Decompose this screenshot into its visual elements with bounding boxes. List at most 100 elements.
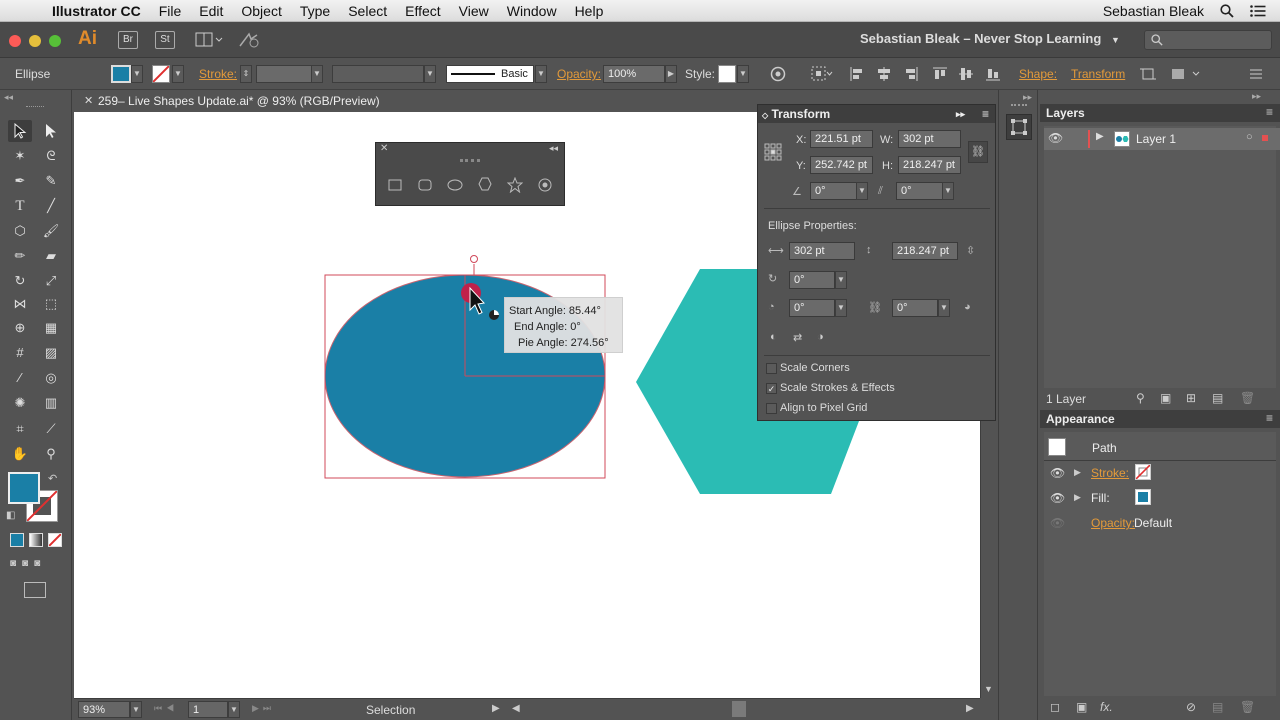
shape-builder-tool-icon[interactable]: ⊕: [8, 317, 32, 339]
star-tool-icon[interactable]: [506, 176, 524, 195]
rounded-rectangle-tool-icon[interactable]: [416, 177, 434, 195]
eraser-tool-icon[interactable]: ▰: [39, 245, 63, 267]
hand-tool-icon[interactable]: ✋: [8, 443, 32, 465]
pen-tool-icon[interactable]: ✒: [8, 170, 32, 192]
user-name[interactable]: Sebastian Bleak: [1103, 3, 1204, 19]
gradient-tool-icon[interactable]: ▨: [39, 342, 63, 364]
fill-visibility-eye-icon[interactable]: 👁: [1050, 491, 1065, 505]
menu-select[interactable]: Select: [339, 3, 396, 19]
eyedropper-tool-icon[interactable]: ⁄: [8, 367, 32, 389]
stroke-dropdown[interactable]: ▼: [172, 65, 184, 83]
none-mode-icon[interactable]: [48, 533, 62, 547]
arrange-documents-icon[interactable]: [195, 32, 223, 48]
menu-edit[interactable]: Edit: [190, 3, 232, 19]
appearance-opacity-label[interactable]: Opacity:: [1091, 516, 1135, 530]
y-position-field[interactable]: 252.742 pt: [810, 156, 873, 174]
expand-fill-icon[interactable]: ▶: [1074, 492, 1081, 503]
selection-indicator[interactable]: [1262, 135, 1268, 141]
align-bottom-icon[interactable]: [985, 66, 1001, 82]
align-vertical-center-icon[interactable]: [958, 66, 974, 82]
create-new-layer-icon[interactable]: ▤: [1212, 391, 1223, 405]
collapse-dock-icon[interactable]: ▸▸: [1252, 91, 1261, 102]
pie-start-angle-field[interactable]: 0°: [789, 299, 835, 317]
align-left-icon[interactable]: [849, 66, 865, 82]
close-document-icon[interactable]: ✕: [84, 94, 93, 107]
align-pixel-grid-checkbox[interactable]: [766, 403, 777, 414]
artboard-number-field[interactable]: 1: [188, 701, 228, 718]
stroke-label[interactable]: Stroke:: [199, 67, 237, 81]
line-segment-tool-icon[interactable]: ╱: [39, 195, 63, 217]
panel-menu-icon[interactable]: ≡: [1266, 105, 1273, 119]
height-field[interactable]: 218.247 pt: [898, 156, 961, 174]
stroke-visibility-eye-icon[interactable]: 👁: [1050, 466, 1065, 480]
visibility-eye-icon[interactable]: 👁: [1048, 131, 1063, 145]
menu-file[interactable]: File: [150, 3, 191, 19]
first-previous-artboard-icon[interactable]: ⏮◀: [154, 703, 178, 714]
perspective-grid-tool-icon[interactable]: ▦: [39, 317, 63, 339]
pie-start-angle-dropdown[interactable]: ▼: [835, 299, 847, 317]
magic-wand-tool-icon[interactable]: ✶: [8, 145, 32, 167]
opacity-visibility-eye-icon[interactable]: 👁: [1050, 516, 1065, 530]
symbol-sprayer-tool-icon[interactable]: ✺: [8, 392, 32, 414]
add-new-stroke-icon[interactable]: ◻: [1050, 700, 1060, 714]
panel-toggle-icon[interactable]: ◇: [762, 111, 768, 120]
delete-layer-icon[interactable]: 🗑: [1240, 391, 1255, 405]
stroke-swatch[interactable]: [152, 65, 170, 83]
fill-dropdown[interactable]: ▼: [131, 65, 143, 83]
opacity-dropdown[interactable]: ▶: [665, 65, 677, 83]
clear-appearance-icon[interactable]: ⊘: [1186, 700, 1196, 714]
appearance-fill-swatch[interactable]: [1135, 489, 1151, 505]
screen-mode-icon[interactable]: [24, 582, 46, 598]
variable-width-dropdown[interactable]: ▼: [424, 65, 436, 83]
align-right-icon[interactable]: [903, 66, 919, 82]
menu-object[interactable]: Object: [232, 3, 290, 19]
notification-center-icon[interactable]: [1250, 4, 1266, 17]
rectangle-tool-icon[interactable]: [386, 177, 404, 195]
next-last-artboard-icon[interactable]: ▶⏭: [252, 703, 275, 714]
shape-label[interactable]: Shape:: [1019, 67, 1057, 81]
spotlight-search-icon[interactable]: [1220, 3, 1234, 18]
selection-tool-icon[interactable]: [8, 120, 32, 142]
graphic-style-swatch[interactable]: [718, 65, 736, 83]
rotate-tool-icon[interactable]: ↻: [8, 270, 32, 292]
zoom-tool-icon[interactable]: ⚲: [39, 443, 63, 465]
reset-pie-icon[interactable]: ◑: [817, 331, 824, 343]
appearance-stroke-label[interactable]: Stroke:: [1091, 466, 1129, 480]
type-tool-icon[interactable]: T: [8, 195, 32, 217]
width-tool-icon[interactable]: ⋈: [8, 293, 32, 315]
menu-help[interactable]: Help: [566, 3, 613, 19]
duplicate-item-icon[interactable]: ▤: [1212, 700, 1223, 714]
rotate-field[interactable]: 0°: [810, 182, 857, 200]
brush-dropdown[interactable]: ▼: [535, 65, 547, 83]
ellipse-tool-icon[interactable]: [446, 177, 464, 195]
stroke-weight-field[interactable]: [256, 65, 312, 83]
stroke-weight-dropdown[interactable]: ▼: [311, 65, 323, 83]
expand-dock-icon[interactable]: ▸▸: [1023, 92, 1032, 103]
opacity-field[interactable]: 100%: [603, 65, 665, 83]
align-top-icon[interactable]: [932, 66, 948, 82]
appearance-panel-header[interactable]: Appearance ≡: [1040, 410, 1280, 428]
ellipse-width-field[interactable]: 302 pt: [789, 242, 855, 260]
scale-tool-icon[interactable]: ⤢: [39, 270, 63, 292]
pie-end-angle-field[interactable]: 0°: [892, 299, 938, 317]
shear-dropdown[interactable]: ▼: [942, 182, 954, 200]
swap-pie-angles-icon[interactable]: ⇄: [793, 331, 802, 344]
workspace-switcher[interactable]: Sebastian Bleak – Never Stop Learning ▼: [860, 31, 1130, 46]
add-new-fill-icon[interactable]: ▣: [1076, 700, 1087, 714]
layer-name[interactable]: Layer 1: [1136, 132, 1176, 146]
fill-swatch[interactable]: [111, 65, 131, 83]
add-new-effect-icon[interactable]: fx.: [1100, 700, 1113, 714]
target-circle-icon[interactable]: ○: [1246, 131, 1253, 143]
collapse-icon[interactable]: ◂◂: [4, 92, 13, 103]
horizontal-scroll-thumb[interactable]: [732, 701, 746, 717]
minimize-window-button[interactable]: [29, 35, 41, 47]
invert-pie-icon[interactable]: ◐: [770, 331, 777, 343]
create-sublayer-icon[interactable]: ⊞: [1186, 391, 1196, 405]
stock-button[interactable]: St: [155, 31, 175, 49]
gradient-mode-icon[interactable]: [29, 533, 43, 547]
expand-panel-icon[interactable]: ▸▸: [956, 105, 965, 123]
menu-effect[interactable]: Effect: [396, 3, 450, 19]
zoom-window-button[interactable]: [49, 35, 61, 47]
constrain-pie-angles-icon[interactable]: ⛓: [868, 301, 882, 314]
panel-grip[interactable]: [460, 159, 480, 162]
